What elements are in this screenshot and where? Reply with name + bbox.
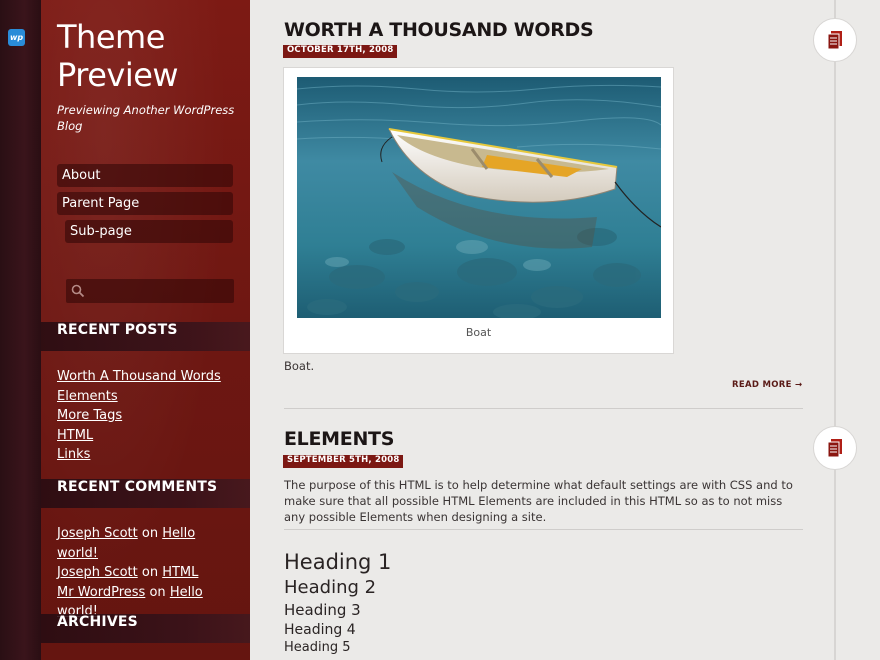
page-navigation: About Parent Page Sub-page [57,164,233,248]
list-item: Joseph Scott on HTML [57,563,237,583]
recent-post-link[interactable]: Worth A Thousand Words [57,369,221,384]
nav-item-parent-page[interactable]: Parent Page [57,192,233,215]
post-divider [284,408,803,409]
list-item: More Tags [57,406,242,426]
admin-strip: wp [0,0,41,660]
comment-post-link[interactable]: HTML [162,565,198,580]
recent-posts-list: Worth A Thousand Words Elements More Tag… [57,367,242,465]
recent-post-link[interactable]: HTML [57,428,93,443]
document-icon [827,439,842,458]
list-item: Elements [57,387,242,407]
image-caption: Boat [465,326,492,339]
nav-item-about[interactable]: About [57,164,233,187]
archives-title: ARCHIVES [41,614,250,643]
comment-author-link[interactable]: Mr WordPress [57,585,145,600]
recent-comments-title: RECENT COMMENTS [41,479,250,508]
search-icon[interactable] [71,284,85,298]
comment-on-text: on [141,526,159,541]
nav-item-sub-page[interactable]: Sub-page [65,220,233,243]
site-title-line2[interactable]: Preview [57,56,179,94]
recent-comments-list: Joseph Scott on Hello world! Joseph Scot… [57,524,237,622]
search-input[interactable] [88,281,232,301]
heading-2: Heading 2 [284,577,377,598]
content-divider [284,529,803,530]
post-format-badge [813,426,857,470]
list-item: HTML [57,426,242,446]
post-excerpt: The purpose of this HTML is to help dete… [284,478,793,524]
comment-author-link[interactable]: Joseph Scott [57,565,138,580]
heading-5: Heading 5 [284,640,351,655]
heading-3: Heading 3 [284,601,361,619]
post-format-badge [813,18,857,62]
list-item: Joseph Scott on Hello world! [57,524,237,563]
document-icon [827,31,842,50]
heading-4: Heading 4 [284,622,356,638]
site-title[interactable]: Theme Preview [57,18,247,94]
main-content: WORTH A THOUSAND WORDS OCTOBER 17TH, 200… [250,0,880,660]
wordpress-icon[interactable]: wp [8,29,25,46]
post-title[interactable]: ELEMENTS [284,428,394,450]
heading-1: Heading 1 [284,550,392,574]
timeline-line [834,0,836,660]
post-title[interactable]: WORTH A THOUSAND WORDS [284,19,594,41]
list-item: Worth A Thousand Words [57,367,242,387]
comment-on-text: on [149,584,166,600]
list-item: Links [57,445,242,465]
site-title-line1[interactable]: Theme [57,18,165,56]
comment-on-text: on [141,565,159,580]
search-box [66,279,234,303]
recent-post-link[interactable]: Links [57,447,90,462]
post-date: OCTOBER 17TH, 2008 [283,45,398,58]
post-date: SEPTEMBER 5TH, 2008 [283,455,404,468]
comment-author-link[interactable]: Joseph Scott [57,526,138,541]
image-figure: Boat [283,67,674,354]
post-excerpt: Boat. [284,359,315,373]
recent-post-link[interactable]: More Tags [57,408,122,423]
boat-image[interactable] [297,77,661,318]
sidebar: Theme Preview Previewing Another WordPre… [41,0,250,660]
recent-post-link[interactable]: Elements [57,389,118,404]
recent-posts-title: RECENT POSTS [41,322,250,351]
read-more-link[interactable]: READ MORE → [732,380,802,390]
site-description: Previewing Another WordPress Blog [57,103,235,133]
